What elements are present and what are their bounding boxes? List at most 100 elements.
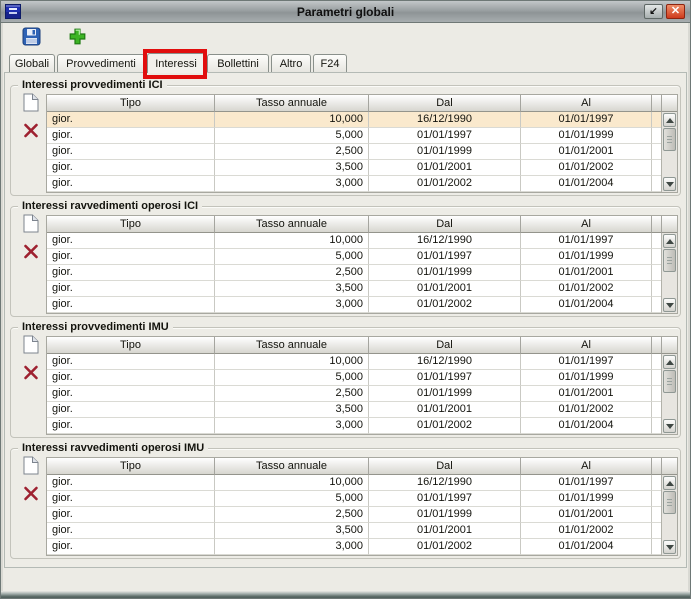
vertical-scrollbar[interactable]: [661, 112, 677, 192]
column-header[interactable]: Dal: [369, 458, 521, 475]
table-cell[interactable]: 3,500: [215, 523, 369, 539]
table-cell[interactable]: gior.: [47, 491, 215, 507]
table-row[interactable]: gior. 2,500 01/01/1999 01/01/2001: [47, 144, 677, 160]
table-cell[interactable]: 01/01/1997: [521, 354, 652, 370]
table-cell[interactable]: gior.: [47, 112, 215, 128]
table-row[interactable]: gior. 10,000 16/12/1990 01/01/1997: [47, 112, 677, 128]
table-cell[interactable]: gior.: [47, 160, 215, 176]
scroll-down-button[interactable]: [663, 419, 676, 433]
table-cell[interactable]: 2,500: [215, 265, 369, 281]
tab-provvedimenti[interactable]: Provvedimenti: [57, 54, 145, 73]
table-cell[interactable]: 01/01/2001: [521, 144, 652, 160]
column-header[interactable]: Al: [521, 95, 652, 112]
table-cell[interactable]: 16/12/1990: [369, 233, 521, 249]
scroll-down-button[interactable]: [663, 540, 676, 554]
tab-globali[interactable]: Globali: [9, 54, 55, 73]
scroll-up-button[interactable]: [663, 234, 676, 248]
table-cell[interactable]: gior.: [47, 523, 215, 539]
delete-row-button[interactable]: [22, 365, 40, 385]
table-row[interactable]: gior. 2,500 01/01/1999 01/01/2001: [47, 265, 677, 281]
column-header[interactable]: Tipo: [47, 458, 215, 475]
table-cell[interactable]: 10,000: [215, 354, 369, 370]
table-cell[interactable]: 01/01/1997: [369, 370, 521, 386]
table-row[interactable]: gior. 3,000 01/01/2002 01/01/2004: [47, 297, 677, 313]
table-cell[interactable]: 01/01/2002: [369, 297, 521, 313]
table-cell[interactable]: 3,000: [215, 418, 369, 434]
add-record-button[interactable]: [67, 28, 87, 49]
table-cell[interactable]: 01/01/2001: [369, 281, 521, 297]
table-cell[interactable]: gior.: [47, 402, 215, 418]
table-cell[interactable]: gior.: [47, 539, 215, 555]
column-header[interactable]: Dal: [369, 216, 521, 233]
table-row[interactable]: gior. 3,000 01/01/2002 01/01/2004: [47, 418, 677, 434]
table-cell[interactable]: 01/01/2001: [521, 386, 652, 402]
table-row[interactable]: gior. 2,500 01/01/1999 01/01/2001: [47, 507, 677, 523]
table-cell[interactable]: gior.: [47, 281, 215, 297]
new-row-button[interactable]: [22, 214, 40, 236]
table-cell[interactable]: gior.: [47, 265, 215, 281]
column-header[interactable]: Al: [521, 337, 652, 354]
column-header[interactable]: Tasso annuale: [215, 458, 369, 475]
table-cell[interactable]: 16/12/1990: [369, 112, 521, 128]
table-cell[interactable]: 01/01/2004: [521, 176, 652, 192]
vertical-scrollbar[interactable]: [661, 354, 677, 434]
tab-altro[interactable]: Altro: [271, 54, 311, 73]
table-cell[interactable]: gior.: [47, 249, 215, 265]
restore-window-button[interactable]: ↙: [644, 4, 663, 19]
table-row[interactable]: gior. 10,000 16/12/1990 01/01/1997: [47, 475, 677, 491]
vertical-scrollbar[interactable]: [661, 475, 677, 555]
table-row[interactable]: gior. 3,500 01/01/2001 01/01/2002: [47, 160, 677, 176]
table-cell[interactable]: 5,000: [215, 491, 369, 507]
scrollbar-thumb[interactable]: [663, 491, 676, 514]
scrollbar-thumb[interactable]: [663, 370, 676, 393]
table-row[interactable]: gior. 3,500 01/01/2001 01/01/2002: [47, 402, 677, 418]
table-row[interactable]: gior. 5,000 01/01/1997 01/01/1999: [47, 128, 677, 144]
table-cell[interactable]: 01/01/1999: [369, 386, 521, 402]
table-cell[interactable]: 01/01/2004: [521, 418, 652, 434]
scroll-down-button[interactable]: [663, 298, 676, 312]
table-cell[interactable]: gior.: [47, 233, 215, 249]
table-cell[interactable]: 01/01/2002: [521, 281, 652, 297]
delete-row-button[interactable]: [22, 244, 40, 264]
table-cell[interactable]: 3,000: [215, 539, 369, 555]
table-cell[interactable]: 01/01/1999: [369, 507, 521, 523]
table-cell[interactable]: 16/12/1990: [369, 354, 521, 370]
tab-bollettini[interactable]: Bollettini: [207, 54, 269, 73]
tab-f24[interactable]: F24: [313, 54, 347, 73]
table-row[interactable]: gior. 3,000 01/01/2002 01/01/2004: [47, 539, 677, 555]
table-cell[interactable]: 01/01/1999: [369, 265, 521, 281]
table-cell[interactable]: 01/01/1997: [369, 491, 521, 507]
table-cell[interactable]: gior.: [47, 128, 215, 144]
scrollbar-thumb[interactable]: [663, 249, 676, 272]
table-cell[interactable]: gior.: [47, 507, 215, 523]
scroll-up-button[interactable]: [663, 113, 676, 127]
scroll-up-button[interactable]: [663, 355, 676, 369]
table-cell[interactable]: 5,000: [215, 370, 369, 386]
table-cell[interactable]: gior.: [47, 144, 215, 160]
close-window-button[interactable]: ✕: [666, 4, 685, 19]
table-row[interactable]: gior. 3,500 01/01/2001 01/01/2002: [47, 281, 677, 297]
column-header[interactable]: Al: [521, 216, 652, 233]
table-row[interactable]: gior. 10,000 16/12/1990 01/01/1997: [47, 354, 677, 370]
column-header[interactable]: Tipo: [47, 216, 215, 233]
table-cell[interactable]: 10,000: [215, 112, 369, 128]
column-header[interactable]: Tipo: [47, 337, 215, 354]
table-cell[interactable]: gior.: [47, 475, 215, 491]
table-cell[interactable]: 01/01/1997: [369, 249, 521, 265]
column-header[interactable]: Tipo: [47, 95, 215, 112]
table-cell[interactable]: 01/01/2002: [521, 523, 652, 539]
table-cell[interactable]: 01/01/2004: [521, 539, 652, 555]
table-cell[interactable]: 01/01/1999: [521, 249, 652, 265]
table-row[interactable]: gior. 5,000 01/01/1997 01/01/1999: [47, 370, 677, 386]
table-cell[interactable]: 01/01/2001: [369, 160, 521, 176]
vertical-scrollbar[interactable]: [661, 233, 677, 313]
table-row[interactable]: gior. 2,500 01/01/1999 01/01/2001: [47, 386, 677, 402]
table-cell[interactable]: 01/01/2002: [521, 402, 652, 418]
table-cell[interactable]: 3,500: [215, 160, 369, 176]
delete-row-button[interactable]: [22, 486, 40, 506]
table-cell[interactable]: 01/01/2002: [369, 418, 521, 434]
table-cell[interactable]: 16/12/1990: [369, 475, 521, 491]
new-row-button[interactable]: [22, 456, 40, 478]
new-row-button[interactable]: [22, 335, 40, 357]
column-header[interactable]: Dal: [369, 95, 521, 112]
